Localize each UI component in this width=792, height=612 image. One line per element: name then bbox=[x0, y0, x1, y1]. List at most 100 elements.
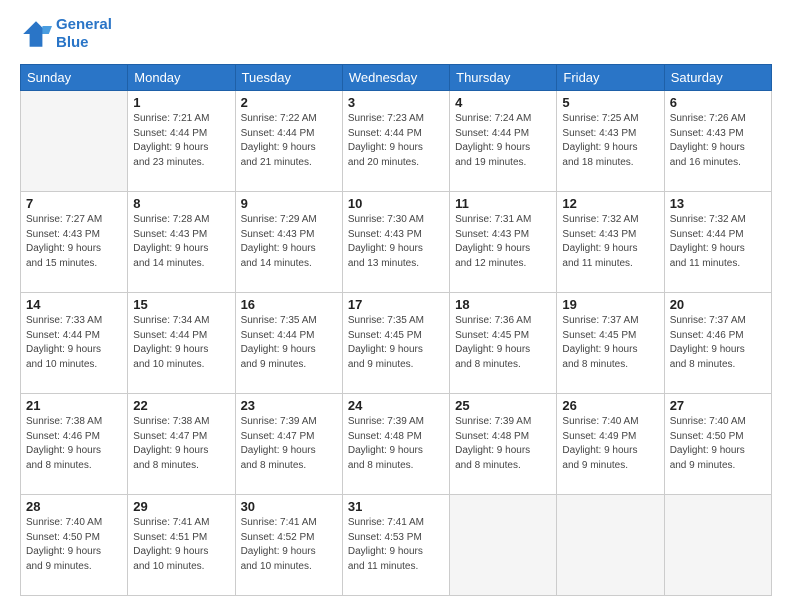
calendar-cell: 9Sunrise: 7:29 AMSunset: 4:43 PMDaylight… bbox=[235, 192, 342, 293]
col-tuesday: Tuesday bbox=[235, 65, 342, 91]
calendar-cell bbox=[450, 495, 557, 596]
logo: General Blue bbox=[20, 16, 112, 52]
calendar-cell: 26Sunrise: 7:40 AMSunset: 4:49 PMDayligh… bbox=[557, 394, 664, 495]
calendar-cell: 21Sunrise: 7:38 AMSunset: 4:46 PMDayligh… bbox=[21, 394, 128, 495]
day-info: Sunrise: 7:24 AMSunset: 4:44 PMDaylight:… bbox=[455, 112, 551, 170]
day-number: 18 bbox=[455, 297, 551, 312]
day-info: Sunrise: 7:41 AMSunset: 4:51 PMDaylight:… bbox=[133, 516, 229, 574]
calendar-cell bbox=[21, 91, 128, 192]
calendar-cell: 25 Sunrise: 7:39 AMSunset: 4:48 PMDayligh… bbox=[450, 394, 557, 495]
day-number: 5 bbox=[562, 95, 658, 110]
day-number: 24 bbox=[348, 398, 444, 413]
day-info: Sunrise: 7:25 AMSunset: 4:43 PMDaylight:… bbox=[562, 112, 658, 170]
logo-icon bbox=[20, 18, 52, 50]
day-number: 17 bbox=[348, 297, 444, 312]
calendar-week-2: 14 Sunrise: 7:33 AMSunset: 4:44 PMDayligh… bbox=[21, 293, 772, 394]
calendar-cell: 30Sunrise: 7:41 AMSunset: 4:52 PMDayligh… bbox=[235, 495, 342, 596]
calendar-cell: 22 Sunrise: 7:38 AMSunset: 4:47 PMDayligh… bbox=[128, 394, 235, 495]
calendar-cell: 3Sunrise: 7:23 AMSunset: 4:44 PMDaylight… bbox=[342, 91, 449, 192]
calendar-cell: 17 Sunrise: 7:35 AMSunset: 4:45 PMDayligh… bbox=[342, 293, 449, 394]
day-number: 15 bbox=[133, 297, 229, 312]
calendar-cell: 19 Sunrise: 7:37 AMSunset: 4:45 PMDayligh… bbox=[557, 293, 664, 394]
page: General Blue Sunday Monday Tuesday Wedne… bbox=[0, 0, 792, 612]
col-wednesday: Wednesday bbox=[342, 65, 449, 91]
day-number: 14 bbox=[26, 297, 122, 312]
day-info: Sunrise: 7:26 AMSunset: 4:43 PMDaylight:… bbox=[670, 112, 766, 170]
calendar-cell: 11 Sunrise: 7:31 AMSunset: 4:43 PMDayligh… bbox=[450, 192, 557, 293]
day-info: Sunrise: 7:41 AMSunset: 4:52 PMDaylight:… bbox=[241, 516, 337, 574]
calendar-cell: 10 Sunrise: 7:30 AMSunset: 4:43 PMDayligh… bbox=[342, 192, 449, 293]
day-info: Sunrise: 7:41 AMSunset: 4:53 PMDaylight:… bbox=[348, 516, 444, 574]
day-number: 22 bbox=[133, 398, 229, 413]
calendar-cell: 12 Sunrise: 7:32 AMSunset: 4:43 PMDayligh… bbox=[557, 192, 664, 293]
calendar-cell: 1 Sunrise: 7:21 AMSunset: 4:44 PMDaylight… bbox=[128, 91, 235, 192]
calendar-cell: 27 Sunrise: 7:40 AMSunset: 4:50 PMDayligh… bbox=[664, 394, 771, 495]
day-number: 8 bbox=[133, 196, 229, 211]
day-info: Sunrise: 7:31 AMSunset: 4:43 PMDaylight:… bbox=[455, 213, 551, 271]
calendar-cell: 23 Sunrise: 7:39 AMSunset: 4:47 PMDayligh… bbox=[235, 394, 342, 495]
day-info: Sunrise: 7:33 AMSunset: 4:44 PMDaylight:… bbox=[26, 314, 122, 372]
calendar-header-row: Sunday Monday Tuesday Wednesday Thursday… bbox=[21, 65, 772, 91]
day-info: Sunrise: 7:35 AMSunset: 4:45 PMDaylight:… bbox=[348, 314, 444, 372]
day-info: Sunrise: 7:39 AMSunset: 4:48 PMDaylight:… bbox=[455, 415, 551, 473]
col-friday: Friday bbox=[557, 65, 664, 91]
day-number: 13 bbox=[670, 196, 766, 211]
calendar-cell: 8 Sunrise: 7:28 AMSunset: 4:43 PMDaylight… bbox=[128, 192, 235, 293]
calendar-cell: 18Sunrise: 7:36 AMSunset: 4:45 PMDayligh… bbox=[450, 293, 557, 394]
calendar-week-4: 28 Sunrise: 7:40 AMSunset: 4:50 PMDayligh… bbox=[21, 495, 772, 596]
day-info: Sunrise: 7:32 AMSunset: 4:43 PMDaylight:… bbox=[562, 213, 658, 271]
calendar-cell: 16 Sunrise: 7:35 AMSunset: 4:44 PMDayligh… bbox=[235, 293, 342, 394]
day-info: Sunrise: 7:39 AMSunset: 4:47 PMDaylight:… bbox=[241, 415, 337, 473]
day-number: 12 bbox=[562, 196, 658, 211]
day-number: 11 bbox=[455, 196, 551, 211]
calendar-table: Sunday Monday Tuesday Wednesday Thursday… bbox=[20, 64, 772, 596]
calendar-week-3: 21Sunrise: 7:38 AMSunset: 4:46 PMDayligh… bbox=[21, 394, 772, 495]
calendar-cell: 7 Sunrise: 7:27 AMSunset: 4:43 PMDaylight… bbox=[21, 192, 128, 293]
day-number: 27 bbox=[670, 398, 766, 413]
col-sunday: Sunday bbox=[21, 65, 128, 91]
calendar-cell: 5 Sunrise: 7:25 AMSunset: 4:43 PMDaylight… bbox=[557, 91, 664, 192]
day-info: Sunrise: 7:34 AMSunset: 4:44 PMDaylight:… bbox=[133, 314, 229, 372]
header: General Blue bbox=[20, 16, 772, 52]
day-info: Sunrise: 7:30 AMSunset: 4:43 PMDaylight:… bbox=[348, 213, 444, 271]
col-saturday: Saturday bbox=[664, 65, 771, 91]
calendar-cell: 24 Sunrise: 7:39 AMSunset: 4:48 PMDayligh… bbox=[342, 394, 449, 495]
calendar-cell: 6 Sunrise: 7:26 AMSunset: 4:43 PMDaylight… bbox=[664, 91, 771, 192]
day-number: 21 bbox=[26, 398, 122, 413]
day-number: 25 bbox=[455, 398, 551, 413]
day-info: Sunrise: 7:38 AMSunset: 4:47 PMDaylight:… bbox=[133, 415, 229, 473]
calendar-week-1: 7 Sunrise: 7:27 AMSunset: 4:43 PMDaylight… bbox=[21, 192, 772, 293]
day-info: Sunrise: 7:39 AMSunset: 4:48 PMDaylight:… bbox=[348, 415, 444, 473]
day-number: 28 bbox=[26, 499, 122, 514]
day-info: Sunrise: 7:21 AMSunset: 4:44 PMDaylight:… bbox=[133, 112, 229, 170]
day-number: 7 bbox=[26, 196, 122, 211]
calendar-week-0: 1 Sunrise: 7:21 AMSunset: 4:44 PMDaylight… bbox=[21, 91, 772, 192]
calendar-cell: 20Sunrise: 7:37 AMSunset: 4:46 PMDayligh… bbox=[664, 293, 771, 394]
day-info: Sunrise: 7:37 AMSunset: 4:45 PMDaylight:… bbox=[562, 314, 658, 372]
calendar-cell: 29Sunrise: 7:41 AMSunset: 4:51 PMDayligh… bbox=[128, 495, 235, 596]
day-number: 4 bbox=[455, 95, 551, 110]
day-number: 9 bbox=[241, 196, 337, 211]
day-number: 2 bbox=[241, 95, 337, 110]
day-info: Sunrise: 7:40 AMSunset: 4:50 PMDaylight:… bbox=[670, 415, 766, 473]
day-number: 23 bbox=[241, 398, 337, 413]
day-number: 1 bbox=[133, 95, 229, 110]
day-info: Sunrise: 7:28 AMSunset: 4:43 PMDaylight:… bbox=[133, 213, 229, 271]
day-number: 10 bbox=[348, 196, 444, 211]
calendar-cell: 28 Sunrise: 7:40 AMSunset: 4:50 PMDayligh… bbox=[21, 495, 128, 596]
calendar-cell: 13Sunrise: 7:32 AMSunset: 4:44 PMDayligh… bbox=[664, 192, 771, 293]
day-info: Sunrise: 7:40 AMSunset: 4:49 PMDaylight:… bbox=[562, 415, 658, 473]
day-info: Sunrise: 7:35 AMSunset: 4:44 PMDaylight:… bbox=[241, 314, 337, 372]
day-number: 19 bbox=[562, 297, 658, 312]
day-info: Sunrise: 7:40 AMSunset: 4:50 PMDaylight:… bbox=[26, 516, 122, 574]
calendar-cell: 14 Sunrise: 7:33 AMSunset: 4:44 PMDayligh… bbox=[21, 293, 128, 394]
calendar-cell bbox=[557, 495, 664, 596]
day-info: Sunrise: 7:22 AMSunset: 4:44 PMDaylight:… bbox=[241, 112, 337, 170]
day-info: Sunrise: 7:37 AMSunset: 4:46 PMDaylight:… bbox=[670, 314, 766, 372]
day-number: 3 bbox=[348, 95, 444, 110]
day-number: 31 bbox=[348, 499, 444, 514]
day-number: 16 bbox=[241, 297, 337, 312]
day-number: 6 bbox=[670, 95, 766, 110]
day-info: Sunrise: 7:27 AMSunset: 4:43 PMDaylight:… bbox=[26, 213, 122, 271]
col-thursday: Thursday bbox=[450, 65, 557, 91]
